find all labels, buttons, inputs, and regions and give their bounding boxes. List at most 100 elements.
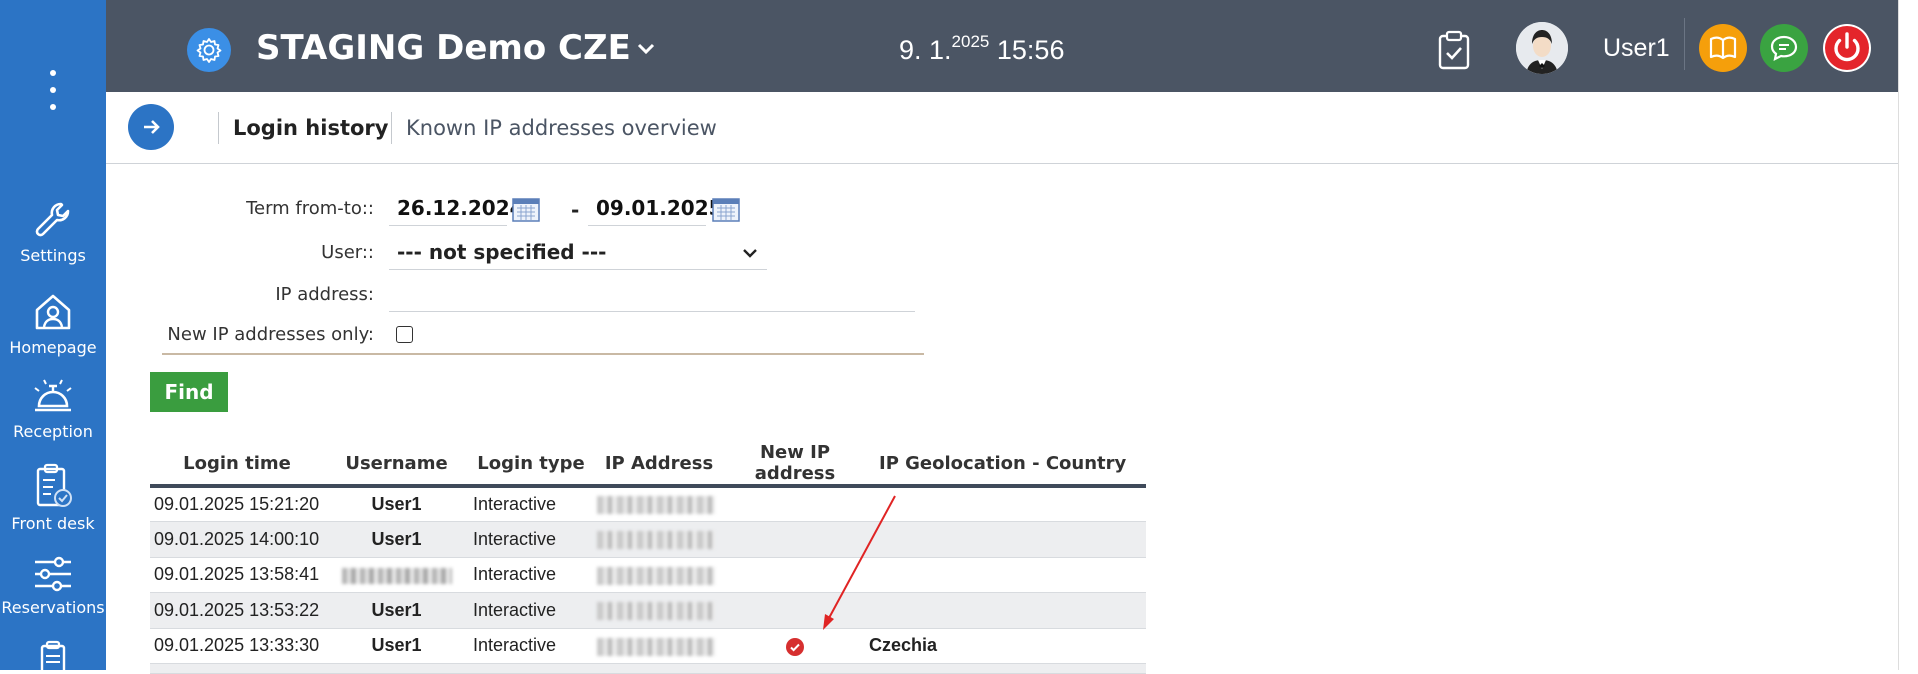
redacted-ip — [597, 637, 715, 656]
sidebar-item-label: Reservations — [1, 598, 105, 617]
ip-address-cell — [593, 628, 725, 664]
country-cell — [865, 521, 1146, 558]
current-datetime: 9. 1.2025 15:56 — [899, 32, 1065, 65]
calendar-icon[interactable] — [512, 196, 540, 222]
find-button[interactable]: Find — [150, 372, 228, 412]
calendar-icon[interactable] — [712, 196, 740, 222]
new-ip-cell — [725, 592, 865, 629]
sidebar-item-more[interactable] — [0, 640, 106, 670]
username-cell: User1 — [324, 486, 469, 522]
new-ip-check-icon — [786, 637, 804, 656]
avatar[interactable] — [1516, 22, 1568, 74]
date-from-input[interactable]: 26.12.2024 — [389, 192, 524, 226]
column-header[interactable]: Login time — [150, 442, 324, 488]
login-history-table: Login time Username Login type IP Addres… — [150, 442, 1146, 674]
table-row[interactable]: 09.01.2025 15:21:20 User1 Interactive — [150, 486, 1146, 522]
table-row[interactable]: 09.01.2025 13:33:30 User1 Interactive Cz… — [150, 628, 1146, 664]
tab-known-ip-addresses[interactable]: Known IP addresses overview — [391, 112, 717, 144]
new-ip-cell — [725, 628, 865, 664]
ip-address-cell — [593, 592, 725, 629]
username-cell — [324, 557, 469, 593]
new-ip-only-label: New IP addresses only: — [167, 324, 374, 345]
clipboard-task-icon[interactable] — [1436, 30, 1472, 70]
sidebar-item-label: Homepage — [9, 338, 97, 357]
country-cell — [865, 592, 1146, 629]
power-icon[interactable] — [1823, 24, 1871, 72]
redacted-ip — [597, 531, 715, 549]
column-header[interactable]: Login type — [469, 442, 593, 488]
user-select-value: --- not specified --- — [397, 240, 607, 264]
country-cell: Czechia — [865, 628, 1146, 664]
redacted-ip — [597, 602, 715, 620]
reception-bell-icon — [34, 379, 72, 412]
ip-address-cell — [593, 557, 725, 593]
sidebar-item-label: Front desk — [11, 514, 95, 533]
login-time-cell: 09.01.2025 15:21:20 — [150, 486, 324, 522]
home-user-icon — [35, 294, 71, 330]
table-row[interactable]: 09.01.2025 13:58:41 Interactive — [150, 557, 1146, 593]
table-row[interactable]: 09.01.2025 14:00:10 User1 Interactive — [150, 521, 1146, 558]
ip-address-cell — [593, 486, 725, 522]
sidebar-item-front-desk[interactable]: Front desk — [0, 462, 106, 533]
login-type-cell: Interactive — [469, 486, 593, 522]
redacted-ip — [597, 566, 715, 585]
top-bar: STAGING Demo CZE 9. 1.2025 15:56 User1 — [106, 0, 1898, 92]
new-ip-cell — [725, 557, 865, 593]
sidebar: Settings Homepage Reception Front desk R… — [0, 0, 106, 670]
scrollbar[interactable] — [1898, 0, 1918, 670]
wrench-icon — [35, 202, 70, 237]
ip-address-input[interactable] — [389, 278, 915, 312]
sub-navigation: Login history Known IP addresses overvie… — [106, 92, 1898, 164]
country-cell — [865, 557, 1146, 593]
date-range-dash: - — [571, 198, 580, 222]
ip-address-cell — [593, 521, 725, 558]
login-type-cell: Interactive — [469, 628, 593, 664]
current-user[interactable]: User1 — [1603, 34, 1670, 63]
book-icon[interactable] — [1699, 24, 1747, 72]
table-row-partial — [150, 663, 1146, 674]
table-row[interactable]: 09.01.2025 13:53:22 User1 Interactive — [150, 592, 1146, 629]
username-cell: User1 — [324, 521, 469, 558]
sidebar-item-settings[interactable]: Settings — [0, 198, 106, 265]
country-cell — [865, 486, 1146, 522]
login-time-cell: 09.01.2025 13:58:41 — [150, 557, 324, 593]
chevron-down-icon[interactable] — [633, 36, 659, 62]
new-ip-cell — [725, 486, 865, 522]
user-select[interactable]: --- not specified --- — [389, 236, 767, 270]
arrow-right-icon[interactable] — [128, 104, 174, 150]
gear-icon[interactable] — [187, 28, 231, 72]
column-header[interactable]: IP Geolocation - Country — [865, 442, 1146, 488]
term-label: Term from-to:: — [246, 198, 374, 219]
login-type-cell: Interactive — [469, 557, 593, 593]
column-header[interactable]: IP Address — [593, 442, 725, 488]
more-menu-icon[interactable] — [45, 70, 61, 110]
login-time-cell: 09.01.2025 14:00:10 — [150, 521, 324, 558]
table-row[interactable] — [150, 663, 1146, 674]
redacted-ip — [597, 496, 715, 515]
sidebar-item-label: Reception — [13, 422, 93, 441]
column-header[interactable]: Username — [324, 442, 469, 488]
new-ip-cell — [725, 521, 865, 558]
column-header[interactable]: New IP address — [725, 442, 865, 488]
chat-icon[interactable] — [1760, 24, 1808, 72]
sidebar-item-reception[interactable]: Reception — [0, 374, 106, 441]
username-cell: User1 — [324, 628, 469, 664]
chevron-down-icon — [743, 249, 757, 258]
sidebar-item-homepage[interactable]: Homepage — [0, 290, 106, 357]
login-type-cell: Interactive — [469, 521, 593, 558]
redacted-username — [341, 567, 452, 584]
user-label: User:: — [321, 242, 374, 263]
username-cell: User1 — [324, 592, 469, 629]
new-ip-only-checkbox[interactable] — [396, 326, 413, 343]
tab-login-history[interactable]: Login history — [218, 112, 388, 144]
app-title: STAGING Demo CZE — [256, 28, 631, 68]
login-type-cell: Interactive — [469, 592, 593, 629]
login-time-cell: 09.01.2025 13:33:30 — [150, 628, 324, 664]
date-to-input[interactable]: 09.01.2025 — [588, 192, 723, 226]
login-time-cell: 09.01.2025 13:53:22 — [150, 592, 324, 629]
sidebar-item-label: Settings — [20, 246, 86, 265]
form-divider — [162, 353, 924, 355]
divider — [1684, 18, 1685, 70]
sidebar-item-reservations[interactable]: Reservations — [0, 554, 106, 617]
clipboard-check-icon — [36, 463, 72, 507]
